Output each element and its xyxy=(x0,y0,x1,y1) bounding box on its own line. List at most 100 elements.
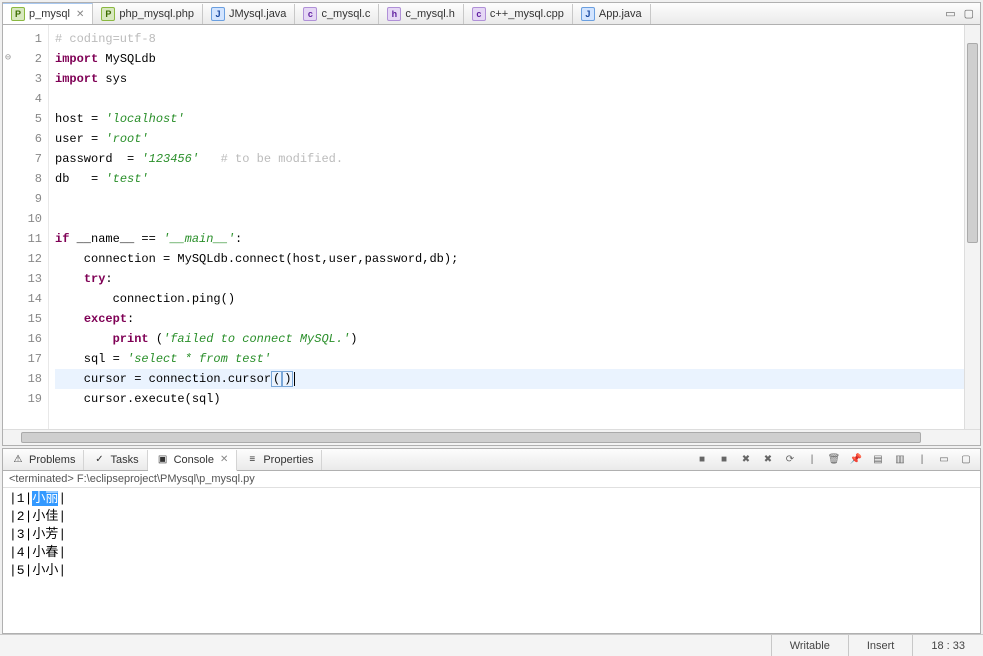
console-value: 小春 xyxy=(32,545,58,560)
code-token: ( xyxy=(271,371,282,387)
console-output[interactable]: |1|小丽||2|小佳||3|小芳||4|小春||5|小小| xyxy=(3,488,980,633)
line-gutter: 12345678910111213141516171819 xyxy=(3,25,49,429)
view-tab-label: Console xyxy=(174,454,214,466)
code-token: '123456' xyxy=(141,152,199,166)
editor-tab-c-mysql-c[interactable]: cc_mysql.c xyxy=(295,4,379,24)
console-suffix: | xyxy=(58,527,66,542)
views-tab-tasks[interactable]: ✓Tasks xyxy=(84,450,147,470)
horizontal-scrollbar[interactable] xyxy=(3,429,980,445)
editor-tab-php-mysql-php[interactable]: Pphp_mysql.php xyxy=(93,4,203,24)
code-line[interactable]: cursor = connection.cursor() xyxy=(55,369,964,389)
code-line[interactable]: import sys xyxy=(55,69,964,89)
code-token: '__main__' xyxy=(163,232,235,246)
code-line[interactable]: try: xyxy=(55,269,964,289)
code-line[interactable]: except: xyxy=(55,309,964,329)
tab-label: JMysql.java xyxy=(229,8,286,20)
minimize-icon[interactable]: ▭ xyxy=(936,452,952,468)
status-insert: Insert xyxy=(848,635,913,656)
views-tab-console[interactable]: ▣ Console ✕ xyxy=(148,450,238,471)
remove-icon[interactable]: ✖ xyxy=(738,452,754,468)
scroll-lock-icon[interactable]: ⟳ xyxy=(782,452,798,468)
terminate-icon[interactable]: ■ xyxy=(694,452,710,468)
code-token: ( xyxy=(149,332,163,346)
line-number: 11 xyxy=(3,229,42,249)
open-console-icon[interactable]: ▥ xyxy=(892,452,908,468)
line-number: 8 xyxy=(3,169,42,189)
tasks-icon: ✓ xyxy=(92,453,106,467)
code-token: if xyxy=(55,232,69,246)
display-icon[interactable]: ▤ xyxy=(870,452,886,468)
code-token: host = xyxy=(55,112,105,126)
console-line[interactable]: |5|小小| xyxy=(9,562,974,580)
remove-all-icon[interactable]: ✖ xyxy=(760,452,776,468)
console-suffix: | xyxy=(58,491,66,506)
console-line[interactable]: |1|小丽| xyxy=(9,490,974,508)
code-line[interactable]: connection.ping() xyxy=(55,289,964,309)
code-line[interactable]: print ('failed to connect MySQL.') xyxy=(55,329,964,349)
status-left xyxy=(0,635,491,656)
tab-label: c_mysql.h xyxy=(405,8,455,20)
line-number: 13 xyxy=(3,269,42,289)
code-line[interactable]: if __name__ == '__main__': xyxy=(55,229,964,249)
line-number: 3 xyxy=(3,69,42,89)
console-line[interactable]: |4|小春| xyxy=(9,544,974,562)
pin-console-icon[interactable]: 📌 xyxy=(848,452,864,468)
problems-icon: ⚠ xyxy=(11,453,25,467)
properties-icon: ≡ xyxy=(245,453,259,467)
code-line[interactable]: db = 'test' xyxy=(55,169,964,189)
line-number: 4 xyxy=(3,89,42,109)
close-tab-icon[interactable]: ✕ xyxy=(76,9,84,20)
editor-tab-p-mysql[interactable]: Pp_mysql✕ xyxy=(3,3,93,25)
vscroll-thumb[interactable] xyxy=(967,43,978,243)
terminate-all-icon[interactable]: ■ xyxy=(716,452,732,468)
clear-console-icon[interactable]: 🗑 xyxy=(826,452,842,468)
code-token: MySQLdb xyxy=(98,52,156,66)
code-token: try xyxy=(84,272,106,286)
hscroll-thumb[interactable] xyxy=(21,432,921,443)
code-token: cursor.execute(sql) xyxy=(55,392,221,406)
code-line[interactable] xyxy=(55,89,964,109)
views-tab-properties[interactable]: ≡Properties xyxy=(237,450,322,470)
code-token: : xyxy=(235,232,242,246)
code-token: 'select * from test' xyxy=(127,352,271,366)
code-token: : xyxy=(105,272,112,286)
code-line[interactable]: # coding=utf-8 xyxy=(55,29,964,49)
code-line[interactable]: host = 'localhost' xyxy=(55,109,964,129)
editor-tab-c-mysql-h[interactable]: hc_mysql.h xyxy=(379,4,464,24)
code-line[interactable] xyxy=(55,209,964,229)
views-tab-problems[interactable]: ⚠Problems xyxy=(3,450,84,470)
status-cursor-pos: 18 : 33 xyxy=(912,635,983,656)
tab-bar-controls: ▭ ▢ xyxy=(945,7,980,20)
vertical-scrollbar[interactable] xyxy=(964,25,980,429)
code-token: 'root' xyxy=(105,132,148,146)
tab-label: p_mysql xyxy=(29,8,70,20)
line-number: 17 xyxy=(3,349,42,369)
console-prefix: |3| xyxy=(9,527,32,542)
editor-tab-c-mysql-cpp[interactable]: cc++_mysql.cpp xyxy=(464,4,573,24)
code-area[interactable]: # coding=utf-8import MySQLdbimport sysho… xyxy=(49,25,964,429)
minimize-pane-icon[interactable]: ▭ xyxy=(945,7,955,20)
code-token: cursor = connection.cursor xyxy=(55,372,271,386)
editor-tab-app-java[interactable]: JApp.java xyxy=(573,4,651,24)
maximize-pane-icon[interactable]: ▢ xyxy=(964,7,974,20)
tab-label: php_mysql.php xyxy=(119,8,194,20)
console-line[interactable]: |2|小佳| xyxy=(9,508,974,526)
maximize-icon[interactable]: ▢ xyxy=(958,452,974,468)
file-type-icon: c xyxy=(472,7,486,21)
code-line[interactable]: user = 'root' xyxy=(55,129,964,149)
close-view-icon[interactable]: ✕ xyxy=(220,454,228,465)
code-line[interactable]: password = '123456' # to be modified. xyxy=(55,149,964,169)
code-line[interactable]: import MySQLdb xyxy=(55,49,964,69)
code-line[interactable]: sql = 'select * from test' xyxy=(55,349,964,369)
editor-tab-jmysql-java[interactable]: JJMysql.java xyxy=(203,4,295,24)
line-number: 2 xyxy=(3,49,42,69)
console-line[interactable]: |3|小芳| xyxy=(9,526,974,544)
editor-tab-bar: Pp_mysql✕Pphp_mysql.phpJJMysql.javacc_my… xyxy=(3,3,980,25)
code-line[interactable]: connection = MySQLdb.connect(host,user,p… xyxy=(55,249,964,269)
code-token: import xyxy=(55,52,98,66)
console-icon: ▣ xyxy=(156,453,170,467)
console-suffix: | xyxy=(58,563,66,578)
code-line[interactable] xyxy=(55,189,964,209)
code-line[interactable]: cursor.execute(sql) xyxy=(55,389,964,409)
tab-label: c_mysql.c xyxy=(321,8,370,20)
